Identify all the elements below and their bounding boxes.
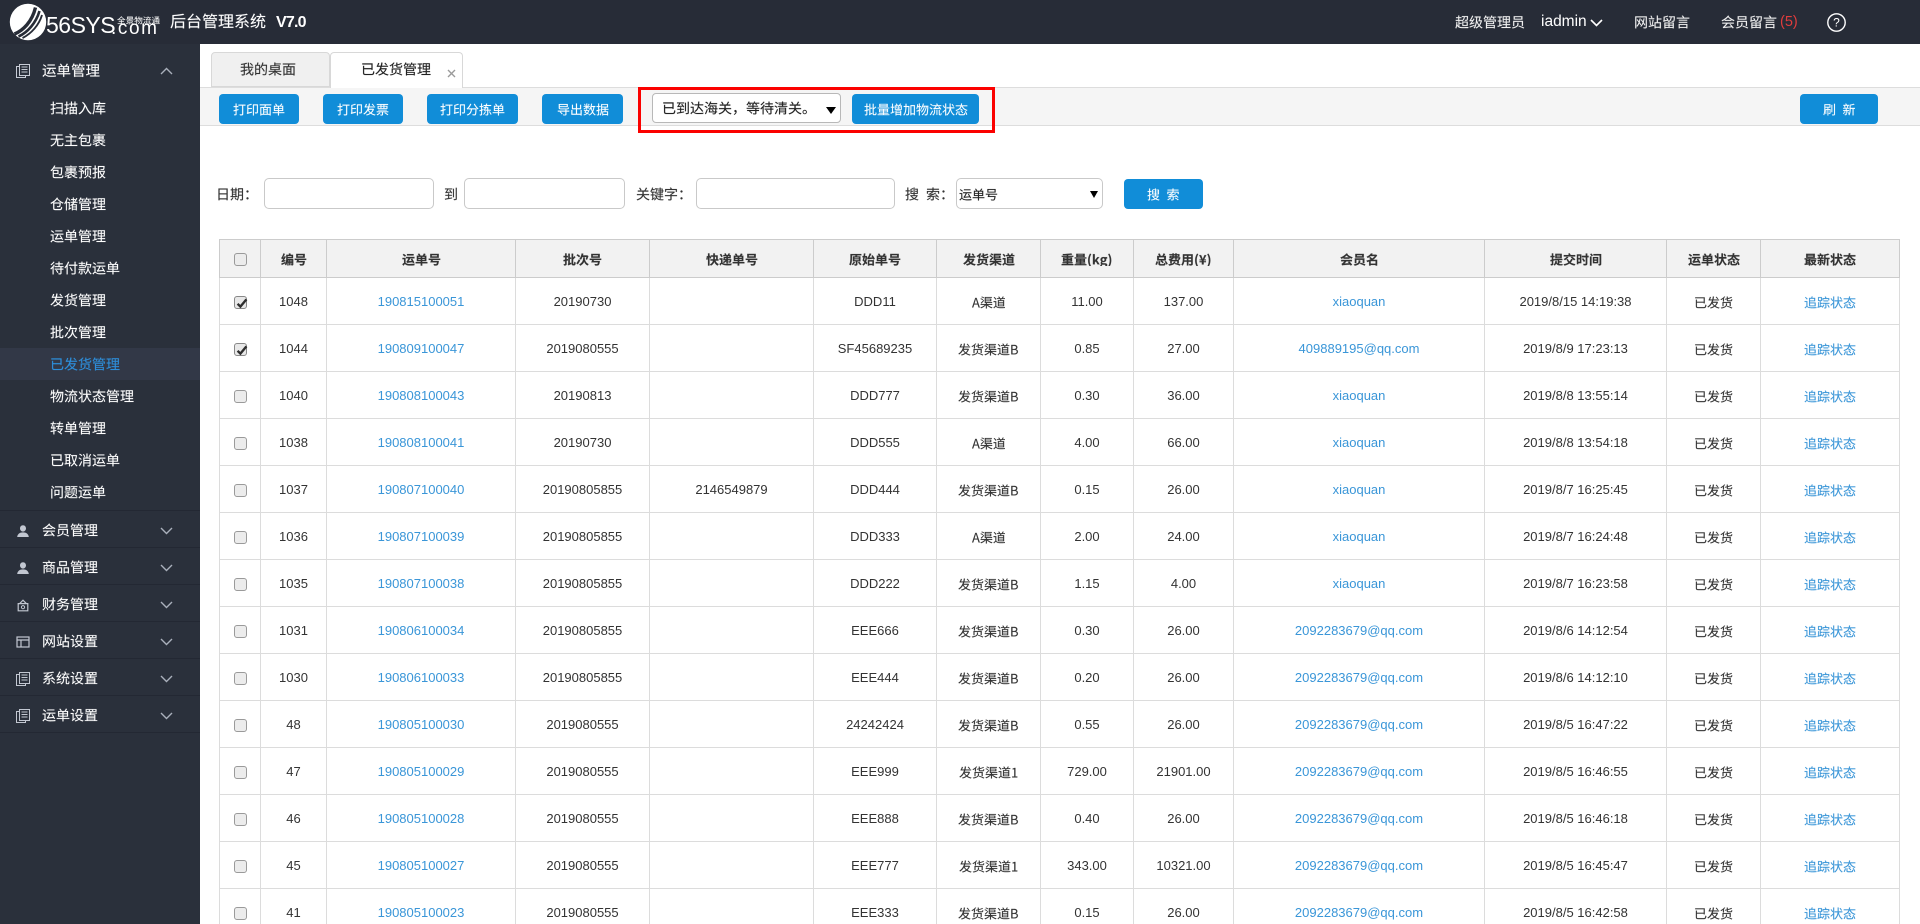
- svg-text:?: ?: [1833, 16, 1840, 30]
